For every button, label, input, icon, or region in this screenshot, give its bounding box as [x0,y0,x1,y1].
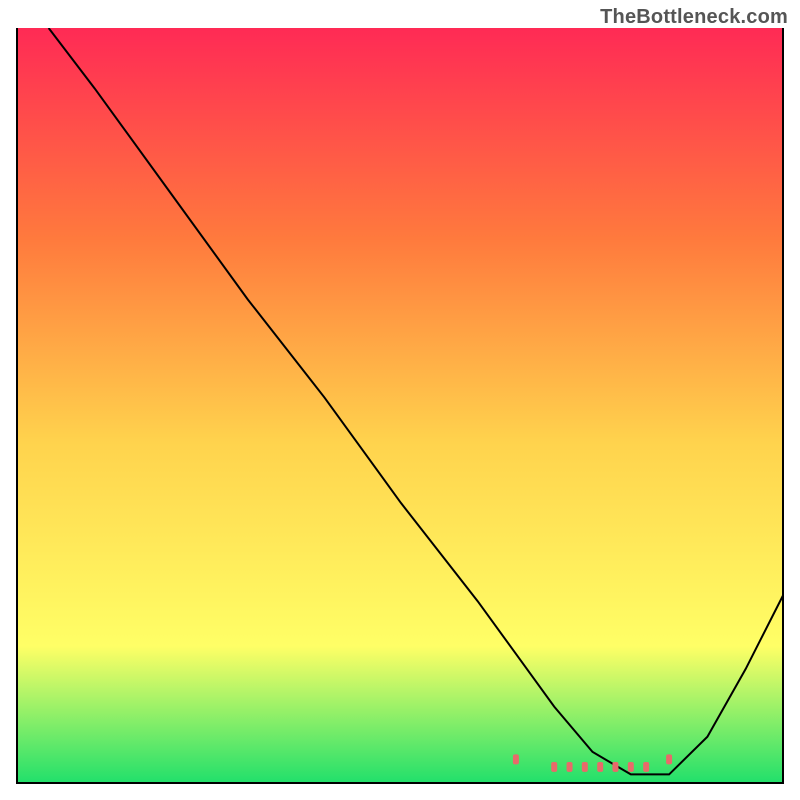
marker-point [582,762,588,772]
marker-point [513,754,519,764]
marker-point [567,762,573,772]
marker-point [666,754,672,764]
chart-svg [18,28,784,782]
marker-point [551,762,557,772]
marker-point [628,762,634,772]
marker-point [597,762,603,772]
marker-point [643,762,649,772]
watermark-text: TheBottleneck.com [600,6,788,29]
plot-area [18,28,784,782]
marker-point [612,762,618,772]
chart-container [16,28,784,784]
